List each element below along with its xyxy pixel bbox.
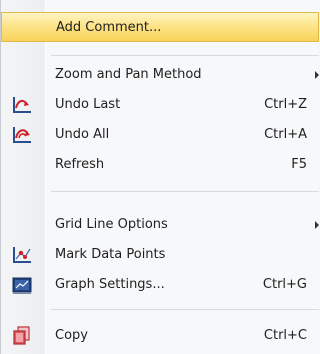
undo-last-icon	[13, 97, 31, 113]
menu-item-label: Undo Last	[55, 97, 121, 112]
menu-separator	[51, 191, 319, 192]
graph-settings-icon	[12, 277, 32, 294]
menu-item-label: Grid Line Options	[55, 217, 168, 232]
menu-item-label: Graph Settings...	[55, 277, 165, 292]
menu-item-graph-settings[interactable]: Graph Settings... Ctrl+G	[1, 271, 319, 299]
menu-item-shortcut: Ctrl+C	[263, 328, 307, 343]
menu-item-shortcut: Ctrl+G	[262, 277, 307, 292]
menu-item-add-comment[interactable]: Add Comment...	[1, 12, 319, 42]
menu-item-label: Refresh	[55, 157, 105, 172]
menu-item-label: Mark Data Points	[55, 247, 166, 262]
menu-item-mark-data-points[interactable]: Mark Data Points	[1, 241, 319, 269]
menu-item-shortcut: Ctrl+A	[264, 127, 307, 142]
menu-item-undo-all[interactable]: Undo All Ctrl+A	[1, 121, 319, 149]
menu-item-undo-last[interactable]: Undo Last Ctrl+Z	[1, 91, 319, 119]
menu-item-label: Zoom and Pan Method	[55, 67, 202, 82]
menu-item-zoom-and-pan-method[interactable]: Zoom and Pan Method	[1, 61, 319, 89]
menu-item-shortcut: Ctrl+Z	[264, 97, 307, 112]
menu-separator	[51, 55, 319, 56]
menu-item-label: Copy	[55, 328, 88, 343]
mark-data-points-icon	[13, 247, 31, 263]
menu-item-copy[interactable]: Copy Ctrl+C	[1, 322, 319, 350]
context-menu: Add Comment... Zoom and Pan Method Undo …	[0, 0, 319, 354]
submenu-arrow-icon	[315, 221, 319, 229]
menu-separator	[51, 309, 319, 310]
menu-item-label: Undo All	[55, 127, 110, 142]
undo-all-icon	[13, 127, 31, 143]
submenu-arrow-icon	[315, 71, 319, 79]
menu-item-grid-line-options[interactable]: Grid Line Options	[1, 211, 319, 239]
menu-item-label: Add Comment...	[56, 20, 162, 35]
menu-item-refresh[interactable]: Refresh F5	[1, 151, 319, 179]
menu-item-shortcut: F5	[291, 157, 307, 172]
copy-icon	[13, 326, 30, 345]
